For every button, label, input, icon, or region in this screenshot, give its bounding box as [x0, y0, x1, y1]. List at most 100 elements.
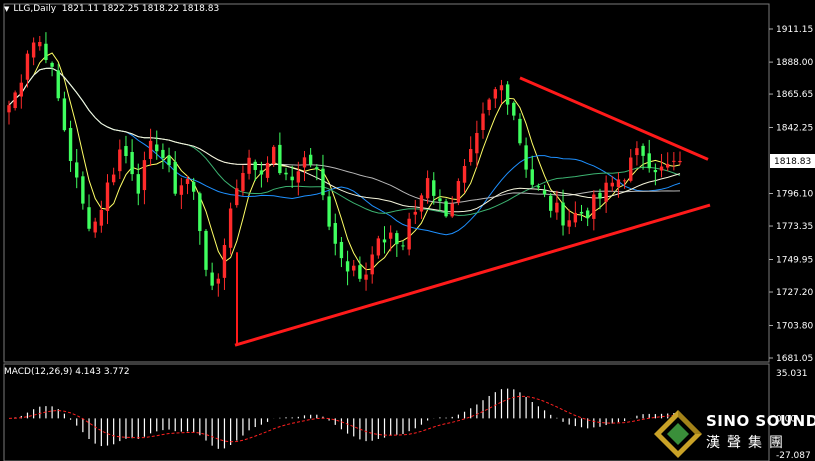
candle-body [358, 265, 362, 279]
candle-body [105, 182, 110, 211]
logo-chinese-text: 漢聲集團 [706, 435, 790, 451]
lower-trendline [234, 203, 711, 347]
candle-body [481, 113, 485, 131]
candle-body [327, 196, 331, 227]
candle-body [407, 218, 411, 250]
candle-body [56, 70, 60, 99]
candle-body [475, 132, 479, 154]
candle-body [438, 198, 442, 202]
candle-body [401, 245, 405, 247]
macd-tick-label: 35.031 [776, 369, 808, 379]
candle-body [118, 149, 122, 172]
upper-trendline [519, 76, 709, 161]
main-panel-frame [3, 3, 770, 363]
price-tick-label: 1842.25 [776, 124, 813, 134]
candle-body [635, 148, 639, 156]
candle-body [142, 160, 147, 191]
candle-body [210, 272, 214, 286]
ma-yellow [8, 52, 681, 271]
candle-body [499, 85, 504, 91]
candle-body [62, 98, 67, 131]
candle-body [425, 178, 430, 199]
candlesticks [7, 32, 682, 297]
candle-body [604, 182, 608, 202]
candle-body [382, 239, 387, 243]
current-price-label: 1818.83 [774, 157, 811, 167]
candle-body [272, 146, 276, 164]
price-tick-label: 1749.95 [776, 255, 813, 265]
candle-body [530, 169, 534, 185]
price-tick-label: 1681.05 [776, 354, 813, 364]
moving-averages [8, 52, 681, 271]
candle-body [111, 174, 116, 183]
candle-body [352, 265, 356, 271]
candle-body [25, 53, 30, 80]
candle-body [505, 84, 510, 105]
dropdown-triangle-icon[interactable]: ▼ [4, 5, 9, 13]
candle-body [579, 211, 584, 214]
candle-body [450, 203, 454, 217]
candle-body [376, 238, 381, 256]
candle-body [87, 207, 91, 229]
symbol-label: LLG,Daily [13, 4, 57, 14]
candle-body [308, 154, 313, 165]
candle-body [161, 149, 165, 158]
candle-body [155, 144, 159, 152]
price-tick-label: 1911.15 [776, 25, 813, 35]
candle-body [44, 43, 48, 61]
candle-body [388, 232, 393, 239]
candle-body [302, 157, 307, 168]
macd-signal-line [8, 395, 681, 443]
candle-body [290, 176, 294, 181]
candle-body [93, 221, 97, 233]
candle-body [50, 62, 54, 67]
candle-body [136, 174, 140, 194]
candle-body [81, 176, 85, 204]
candle-body [493, 89, 498, 99]
candle-body [585, 210, 590, 219]
ma-gray [8, 67, 681, 204]
price-tick-label: 1773.35 [776, 222, 813, 232]
price-tick-label: 1796.10 [776, 190, 813, 200]
sino-sound-logo: SINO SOUND 漢聲集團 [650, 408, 815, 461]
candle-body [610, 182, 614, 187]
price-tick-label: 1703.80 [776, 321, 813, 331]
candle-body [7, 105, 11, 113]
candle-body [31, 42, 36, 58]
candle-body [167, 155, 171, 166]
candle-body [247, 157, 251, 174]
candle-body [321, 168, 325, 196]
candle-body [228, 208, 233, 248]
candle-body [622, 180, 627, 182]
candle-body [284, 172, 288, 175]
ma-white [8, 67, 681, 213]
candle-body [148, 140, 153, 159]
candle-body [395, 233, 399, 245]
candle-body [278, 144, 282, 174]
candle-body [364, 274, 368, 280]
triangle-trendlines [234, 76, 711, 347]
candle-body [413, 211, 417, 215]
candle-body [524, 145, 528, 170]
candle-body [241, 172, 245, 192]
candle-body [173, 161, 177, 194]
candle-body [333, 223, 337, 244]
candle-body [542, 190, 547, 195]
chart-canvas: 1911.15 1888.00 1865.65 1842.25 1818.83 1796.… [3, 3, 815, 461]
candle-body [518, 118, 522, 144]
candle-body [512, 102, 516, 116]
logo-brand-text: SINO SOUND [706, 412, 815, 430]
candle-body [124, 146, 128, 157]
candle-body [469, 149, 473, 163]
candle-body [179, 185, 184, 195]
diamond-logo-icon [654, 410, 702, 458]
price-axis: 1911.15 1888.00 1865.65 1842.25 1818.83 1796.… [769, 25, 815, 364]
candle-body [419, 195, 424, 212]
candle-body [185, 179, 190, 184]
candle-body [616, 179, 621, 188]
candle-body [204, 230, 208, 270]
candle-body [592, 194, 596, 219]
candle-body [19, 82, 24, 97]
candle-body [315, 167, 319, 170]
ohlc-values: 1821.11 1822.25 1818.22 1818.83 [61, 4, 220, 14]
